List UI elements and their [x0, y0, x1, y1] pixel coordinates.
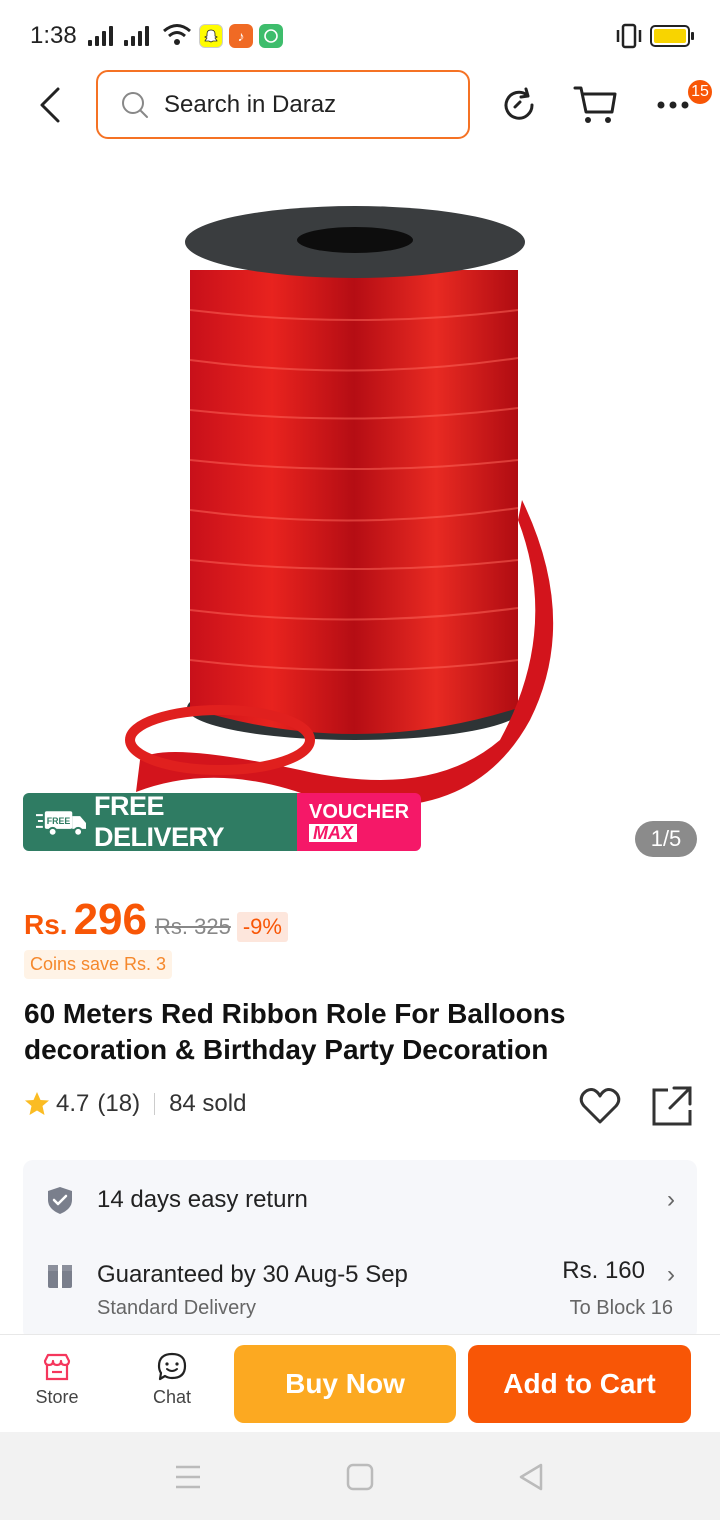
review-count: (18): [97, 1090, 141, 1117]
menu-icon[interactable]: [171, 1460, 205, 1494]
truck-label: FREE: [47, 816, 71, 826]
price-currency: Rs.: [24, 909, 68, 940]
bottom-action-bar: Store Chat Buy Now Add to Cart: [0, 1334, 720, 1432]
search-placeholder: Search in Daraz: [164, 90, 337, 118]
search-input[interactable]: Search in Daraz: [96, 70, 470, 139]
free-delivery-label: FREE DELIVERY: [93, 793, 225, 851]
rating-value: 4.7: [56, 1090, 90, 1117]
divider: [154, 1093, 156, 1115]
cart-icon: [573, 86, 617, 123]
current-price: 296: [73, 895, 147, 944]
chat-button[interactable]: Chat: [137, 1351, 207, 1408]
store-label: Store: [35, 1387, 79, 1407]
whatsapp-icon: [259, 24, 283, 48]
more-icon: [657, 101, 689, 109]
buy-now-button[interactable]: Buy Now: [234, 1345, 456, 1423]
history-button[interactable]: [494, 80, 544, 130]
delivery-banner: FREE FREE DELIVERY VOUCHER MAX: [23, 793, 421, 851]
image-counter: 1/5: [635, 821, 697, 857]
snapchat-icon: [199, 24, 223, 48]
signal-icon: [88, 24, 113, 46]
status-bar: 1:38 ♪: [0, 0, 720, 70]
product-title: 60 Meters Red Ribbon Role For Balloons d…: [24, 998, 566, 1065]
delivery-row[interactable]: Guaranteed by 30 Aug-5 Sep Rs. 160 › Sta…: [45, 1255, 675, 1319]
delivery-type: Standard Delivery: [97, 1297, 256, 1319]
coins-save-badge: Coins save Rs. 3: [24, 950, 173, 979]
return-policy-text: 14 days easy return: [97, 1186, 308, 1213]
return-policy-row[interactable]: 14 days easy return ›: [45, 1180, 675, 1220]
vibrate-icon: [616, 23, 642, 49]
shield-check-icon: [48, 1187, 72, 1214]
chevron-left-icon: [40, 87, 60, 123]
search-icon: [122, 91, 148, 118]
home-icon[interactable]: [343, 1460, 377, 1494]
system-navigation-bar: [0, 1432, 720, 1520]
delivery-location: To Block 16: [569, 1297, 673, 1319]
share-icon[interactable]: [650, 1084, 694, 1128]
chat-label: Chat: [152, 1387, 192, 1407]
battery-icon: [650, 25, 694, 47]
delivery-guarantee-text: Guaranteed by 30 Aug-5 Sep: [97, 1261, 408, 1288]
refresh-icon: [504, 87, 534, 120]
sold-count: 84 sold: [169, 1090, 247, 1117]
package-icon: [48, 1265, 72, 1288]
voucher-max-label: MAX: [309, 824, 357, 842]
discount-badge: -9%: [236, 912, 288, 942]
cart-button[interactable]: [570, 80, 620, 130]
notification-badge: 15: [686, 78, 714, 106]
voucher-label: VOUCHER: [309, 801, 410, 823]
product-image[interactable]: [0, 160, 720, 870]
wishlist-heart-icon[interactable]: [578, 1084, 622, 1128]
chat-icon: [157, 1352, 187, 1381]
store-button[interactable]: Store: [22, 1351, 92, 1408]
add-to-cart-button[interactable]: Add to Cart: [468, 1345, 691, 1423]
price-row: Rs. 296 Rs. 325 -9%: [24, 895, 288, 945]
services-card: 14 days easy return › Guaranteed by 30 A…: [23, 1160, 697, 1340]
tiktok-icon: ♪: [229, 24, 253, 48]
truck-icon: FREE: [35, 811, 86, 837]
star-icon: [25, 1092, 49, 1115]
chevron-right-icon: ›: [667, 1261, 675, 1288]
signal-icon-2: [124, 24, 149, 46]
wifi-icon: [163, 24, 191, 45]
store-icon: [43, 1353, 71, 1381]
status-time: 1:38: [30, 22, 77, 49]
back-nav-icon[interactable]: [514, 1460, 548, 1494]
rating-row[interactable]: 4.7 (18) 84 sold: [24, 1090, 246, 1118]
chevron-right-icon: ›: [667, 1186, 675, 1213]
delivery-fee: Rs. 160: [562, 1257, 645, 1284]
back-button[interactable]: [28, 80, 72, 130]
original-price: Rs. 325: [155, 914, 231, 939]
